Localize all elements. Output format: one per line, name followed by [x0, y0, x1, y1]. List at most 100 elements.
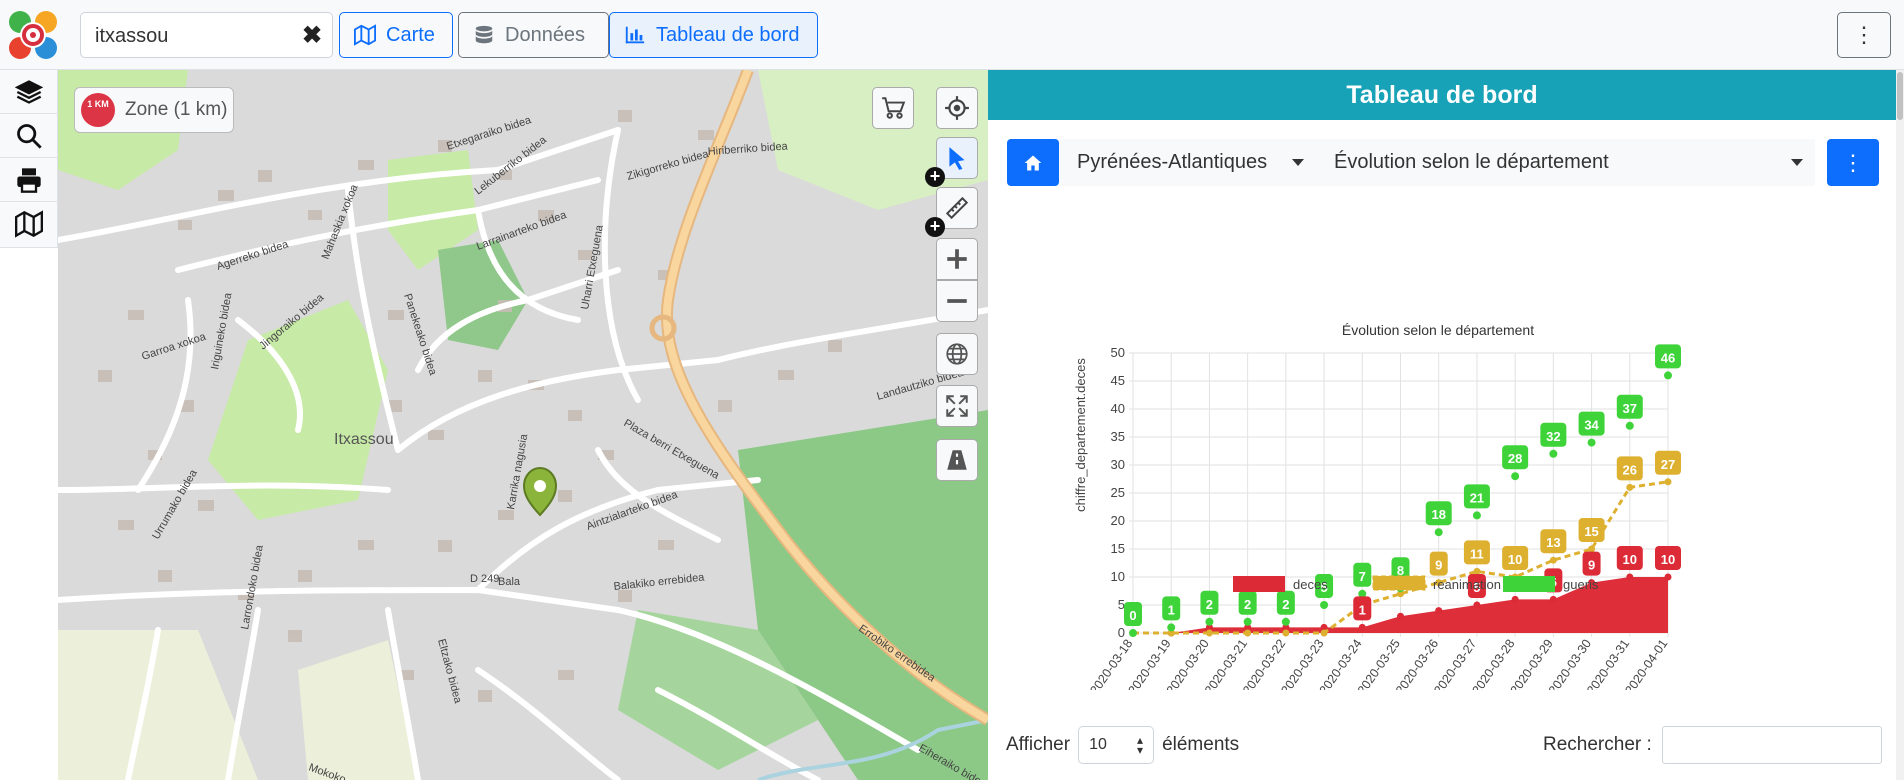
search-field: ✖	[80, 12, 333, 58]
globe-icon	[946, 343, 968, 365]
main-menu-button[interactable]: ⋮	[1837, 12, 1891, 58]
zone-button[interactable]: 1 KM Zone (1 km)	[74, 87, 234, 133]
home-button[interactable]	[1007, 139, 1059, 186]
deces-point	[1473, 601, 1481, 609]
view-select[interactable]: Évolution selon le département	[1316, 139, 1815, 186]
dashboard-menu-button[interactable]: ⋮	[1827, 139, 1879, 186]
town-label: Itxassou	[334, 431, 394, 448]
deces-point	[1511, 595, 1519, 603]
reanimation-point	[1473, 567, 1481, 575]
gueris-point	[1549, 449, 1558, 458]
top-toolbar: ✖ Carte Données Tableau de bord ⋮	[0, 0, 1904, 70]
rechercher-label: Rechercher :	[1543, 734, 1652, 755]
department-select-value: Pyrénées-Atlantiques	[1077, 151, 1268, 173]
deces-data-label: 10	[1661, 552, 1675, 567]
search-input[interactable]	[95, 23, 285, 49]
page-length-control: Afficher 10 ▴ ▾ éléments	[1006, 726, 1239, 764]
department-select[interactable]: Pyrénées-Atlantiques	[1059, 139, 1316, 186]
database-icon	[475, 25, 493, 44]
layers-icon	[15, 79, 43, 104]
reanimation-point	[1244, 629, 1252, 637]
plus-icon	[947, 249, 967, 269]
y-tick-label: 40	[1111, 401, 1125, 416]
fullscreen-button[interactable]	[936, 385, 978, 427]
home-icon	[1024, 155, 1042, 170]
minus-icon	[947, 299, 967, 303]
legend-swatch-reanimation	[1372, 575, 1426, 591]
zoom-out-button[interactable]	[936, 280, 978, 322]
gueris-point	[1472, 511, 1481, 520]
y-tick-label: 15	[1111, 541, 1125, 556]
carte-button[interactable]: Carte	[339, 12, 453, 58]
donnees-button[interactable]: Données	[458, 12, 609, 58]
reanimation-point	[1588, 545, 1596, 553]
basemap-button[interactable]	[0, 202, 58, 246]
table-search-input[interactable]	[1661, 726, 1882, 764]
gueris-data-label: 37	[1623, 401, 1637, 416]
layers-button[interactable]	[0, 70, 58, 114]
map-icon	[354, 24, 376, 46]
page-length-select[interactable]: 10 ▴ ▾	[1078, 726, 1155, 764]
view-select-value: Évolution selon le département	[1334, 151, 1609, 173]
legend-label-gueris: gueris	[1563, 577, 1599, 592]
dashboard-panel: Tableau de bord Pyrénées-Atlantiques Évo…	[988, 70, 1904, 780]
app-logo-icon[interactable]	[6, 8, 60, 62]
y-tick-label: 35	[1111, 429, 1125, 444]
gueris-data-label: 2	[1244, 597, 1251, 612]
locate-button[interactable]	[936, 87, 978, 129]
bar-chart-icon	[625, 26, 645, 44]
afficher-label: Afficher	[1006, 734, 1071, 755]
reanimation-data-label: 9	[1435, 558, 1442, 573]
reanimation-data-label: 10	[1508, 552, 1522, 567]
gueris-point	[1205, 617, 1214, 626]
gueris-point	[1434, 528, 1443, 537]
deces-point	[1626, 573, 1634, 581]
elements-label: éléments	[1162, 734, 1240, 755]
x-tick-label: 2020-03-18	[1087, 637, 1135, 690]
add-measure-icon[interactable]: +	[925, 217, 945, 237]
chevron-down-icon	[1791, 159, 1803, 166]
reanimation-point	[1205, 629, 1213, 637]
search-button[interactable]	[0, 114, 58, 158]
legend-label-reanimation: reanimation	[1433, 577, 1501, 592]
clear-search-icon[interactable]: ✖	[298, 22, 326, 50]
gueris-point	[1587, 438, 1596, 447]
gueris-point	[1320, 601, 1329, 609]
globe-view-button[interactable]	[936, 333, 978, 375]
add-selection-icon[interactable]: +	[925, 167, 945, 187]
gueris-point	[1664, 371, 1672, 380]
cart-button[interactable]	[872, 87, 914, 129]
deces-point	[1397, 612, 1404, 620]
deces-data-label: 1	[1359, 602, 1366, 617]
y-tick-label: 10	[1111, 569, 1125, 584]
reanimation-data-label: 13	[1546, 535, 1560, 550]
map-view[interactable]: Etxegaraiko bidea Agerreko bidea Mahaski…	[58, 70, 988, 780]
zone-km-badge: 1 KM	[81, 93, 115, 127]
map-tiles: Etxegaraiko bidea Agerreko bidea Mahaski…	[58, 70, 988, 780]
y-tick-label: 20	[1111, 513, 1125, 528]
scrollbar-thumb[interactable]	[1897, 72, 1903, 120]
carte-button-label: Carte	[386, 23, 435, 46]
deces-point	[1549, 595, 1557, 603]
table-search: Rechercher :	[1543, 726, 1882, 764]
reanimation-point	[1626, 483, 1634, 491]
dashboard-title: Tableau de bord	[988, 70, 1896, 120]
gueris-data-label: 7	[1359, 569, 1366, 584]
y-tick-label: 30	[1111, 457, 1125, 472]
print-button[interactable]	[0, 158, 58, 202]
gueris-point	[1129, 629, 1137, 637]
dashboard-scrollbar[interactable]	[1896, 70, 1904, 780]
gueris-data-label: 2	[1282, 597, 1289, 612]
y-tick-label: 45	[1111, 373, 1125, 388]
reanimation-data-label: 27	[1661, 457, 1675, 472]
tableau-de-bord-button[interactable]: Tableau de bord	[609, 12, 818, 58]
y-tick-label: 25	[1111, 485, 1125, 500]
gueris-data-label: 2	[1206, 597, 1213, 612]
chevron-down-icon	[1292, 159, 1304, 166]
up-down-arrows-icon: ▴ ▾	[1137, 733, 1144, 757]
cart-icon	[882, 97, 906, 119]
street-view-button[interactable]	[936, 439, 978, 481]
y-tick-label: 50	[1111, 345, 1125, 360]
zoom-in-button[interactable]	[936, 238, 978, 280]
gueris-data-label: 34	[1584, 418, 1599, 433]
